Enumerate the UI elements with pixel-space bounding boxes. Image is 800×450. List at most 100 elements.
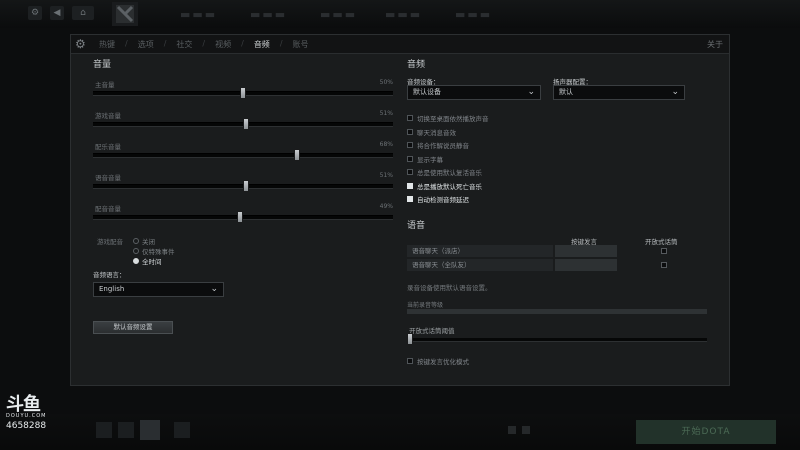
tab-separator: / bbox=[279, 39, 283, 48]
radio-button[interactable] bbox=[133, 258, 139, 264]
tab-separator: / bbox=[202, 39, 206, 48]
back-icon[interactable]: ◀ bbox=[50, 6, 64, 20]
checkbox[interactable] bbox=[407, 128, 413, 135]
threshold-track[interactable] bbox=[409, 338, 707, 342]
audio-language-value: English bbox=[99, 285, 125, 293]
settings-panel: ⚙ 热键 / 选项 / 社交 / 视频 / 音频 / 账号 关于 音量 主音量 50% 游戏音量 51% 配… bbox=[70, 34, 730, 386]
slider-thumb[interactable] bbox=[240, 87, 246, 99]
dota-logo-icon[interactable] bbox=[112, 2, 138, 26]
slider-label: 主音量 bbox=[95, 81, 115, 89]
nav-ghost-2[interactable]: ▬▬▬ bbox=[250, 8, 287, 21]
threshold-thumb[interactable] bbox=[407, 333, 413, 345]
bottom-icon-2[interactable] bbox=[118, 422, 134, 438]
checkbox[interactable] bbox=[407, 155, 413, 162]
tab-separator: / bbox=[241, 39, 244, 48]
checkbox-label: 总是使用默认复活音乐 bbox=[417, 169, 482, 177]
audio-device-value: 默认设备 bbox=[413, 88, 441, 96]
profile-block[interactable] bbox=[626, 3, 686, 25]
voiceover-option[interactable]: 仅特殊事件 bbox=[133, 246, 175, 256]
bottom-icon-1[interactable] bbox=[96, 422, 112, 438]
top-navigation-bar: ⚙ ◀ ⌂ ▬▬▬ ▬▬▬ ▬▬▬ ▬▬▬ ▬▬▬ bbox=[0, 0, 800, 28]
settings-icon[interactable]: ⚙ bbox=[28, 6, 42, 20]
open-mic-checkbox[interactable] bbox=[661, 262, 667, 268]
tab-5[interactable]: 账号 bbox=[293, 39, 309, 50]
settings-tab-bar: ⚙ 热键 / 选项 / 社交 / 视频 / 音频 / 账号 关于 bbox=[71, 35, 729, 54]
voiceover-label: 游戏配音 bbox=[97, 238, 123, 246]
bottom-icon-5[interactable] bbox=[508, 426, 516, 434]
tab-3[interactable]: 视频 bbox=[215, 39, 231, 50]
enhanced-ptt-option[interactable]: 按键发言优化模式 bbox=[407, 356, 469, 366]
checkbox[interactable] bbox=[407, 182, 413, 189]
nav-ghost-4[interactable]: ▬▬▬ bbox=[385, 8, 422, 21]
close-button[interactable]: 关于 bbox=[707, 39, 723, 50]
slider-value: 50% bbox=[379, 79, 393, 86]
audio-language-dropdown[interactable]: English ⌄ bbox=[93, 282, 224, 297]
audio-option[interactable]: 总是使用默认复活音乐 bbox=[407, 167, 482, 177]
status-icon[interactable]: ⌂ bbox=[72, 6, 94, 20]
voiceover-option[interactable]: 关闭 bbox=[133, 236, 155, 246]
record-level-label: 当前录音等级 bbox=[407, 302, 444, 309]
checkbox[interactable] bbox=[407, 169, 413, 175]
bottom-icon-4[interactable] bbox=[174, 422, 190, 438]
enhanced-ptt-checkbox[interactable] bbox=[407, 358, 413, 364]
push-to-talk-key-field[interactable] bbox=[555, 259, 617, 271]
open-mic-header: 开放式话筒 bbox=[645, 238, 678, 246]
checkbox-label: 显示字幕 bbox=[417, 155, 443, 164]
enhanced-ptt-label: 按键发言优化模式 bbox=[417, 358, 469, 366]
play-dota-button[interactable]: 开始DOTA bbox=[636, 420, 776, 444]
checkbox[interactable] bbox=[407, 142, 413, 148]
radio-label: 仅特殊事件 bbox=[142, 248, 175, 256]
audio-device-dropdown[interactable]: 默认设备 ⌄ bbox=[407, 85, 541, 100]
audio-language-label: 音频语言： bbox=[93, 271, 126, 279]
settings-tabs: 热键 / 选项 / 社交 / 视频 / 音频 / 账号 bbox=[99, 39, 319, 50]
radio-button[interactable] bbox=[133, 238, 139, 244]
tab-2[interactable]: 社交 bbox=[176, 39, 192, 50]
slider-thumb[interactable] bbox=[243, 118, 249, 130]
nav-ghost-1[interactable]: ▬▬▬ bbox=[180, 8, 217, 21]
tab-1[interactable]: 选项 bbox=[138, 39, 154, 50]
audio-option[interactable]: 显示字幕 bbox=[407, 154, 443, 164]
audio-option[interactable]: 聊天消息音效 bbox=[407, 127, 456, 137]
bottom-icon-3[interactable] bbox=[140, 420, 160, 440]
tab-0[interactable]: 热键 bbox=[99, 39, 115, 50]
checkbox[interactable] bbox=[407, 115, 413, 121]
slider-label: 配乐音量 bbox=[95, 143, 121, 151]
voiceover-option[interactable]: 全时间 bbox=[133, 256, 162, 266]
tab-separator: / bbox=[163, 39, 167, 48]
open-mic-checkbox[interactable] bbox=[661, 248, 667, 254]
tab-4[interactable]: 音频 bbox=[254, 39, 270, 50]
open-mic-threshold-label: 开放式话筒阈值 bbox=[409, 327, 455, 335]
chevron-down-icon: ⌄ bbox=[671, 87, 679, 97]
chevron-down-icon: ⌄ bbox=[210, 284, 218, 294]
speaker-config-dropdown[interactable]: 默认 ⌄ bbox=[553, 85, 685, 100]
slider-thumb[interactable] bbox=[294, 149, 300, 161]
chevron-down-icon: ⌄ bbox=[527, 87, 535, 97]
bottom-icon-6[interactable] bbox=[522, 426, 530, 434]
audio-option[interactable]: 自动检测音频延迟 bbox=[407, 194, 469, 204]
slider-track[interactable] bbox=[93, 215, 393, 220]
checkbox[interactable] bbox=[407, 196, 413, 202]
checkbox-label: 将合作解说员静音 bbox=[417, 142, 469, 150]
room-number: 4658288 bbox=[6, 421, 47, 431]
slider-label: 游戏音量 bbox=[95, 112, 121, 120]
nav-ghost-5[interactable]: ▬▬▬ bbox=[455, 8, 492, 21]
radio-button[interactable] bbox=[133, 248, 139, 254]
voice-channel-row: 语音聊天（派店） bbox=[407, 245, 553, 257]
reset-audio-button[interactable]: 默认音频设置 bbox=[93, 321, 173, 334]
douyu-watermark: 斗鱼 DOUYU.COM 4658288 bbox=[6, 390, 47, 431]
audio-option[interactable]: 总是播放默认死亡音乐 bbox=[407, 181, 482, 191]
push-to-talk-key-field[interactable] bbox=[555, 245, 617, 257]
nav-ghost-3[interactable]: ▬▬▬ bbox=[320, 8, 357, 21]
slider-value: 51% bbox=[379, 172, 393, 179]
voice-title: 语音 bbox=[407, 221, 426, 231]
slider-value: 68% bbox=[379, 141, 393, 148]
radio-label: 关闭 bbox=[142, 238, 155, 246]
audio-option[interactable]: 将合作解说员静音 bbox=[407, 140, 469, 150]
slider-track[interactable] bbox=[93, 153, 393, 158]
audio-option[interactable]: 切换至桌面依然播放声音 bbox=[407, 113, 489, 123]
audio-title: 音频 bbox=[407, 60, 426, 70]
slider-thumb[interactable] bbox=[243, 180, 249, 192]
slider-thumb[interactable] bbox=[237, 211, 243, 223]
volume-title: 音量 bbox=[93, 60, 112, 70]
slider-label: 配音音量 bbox=[95, 205, 121, 213]
